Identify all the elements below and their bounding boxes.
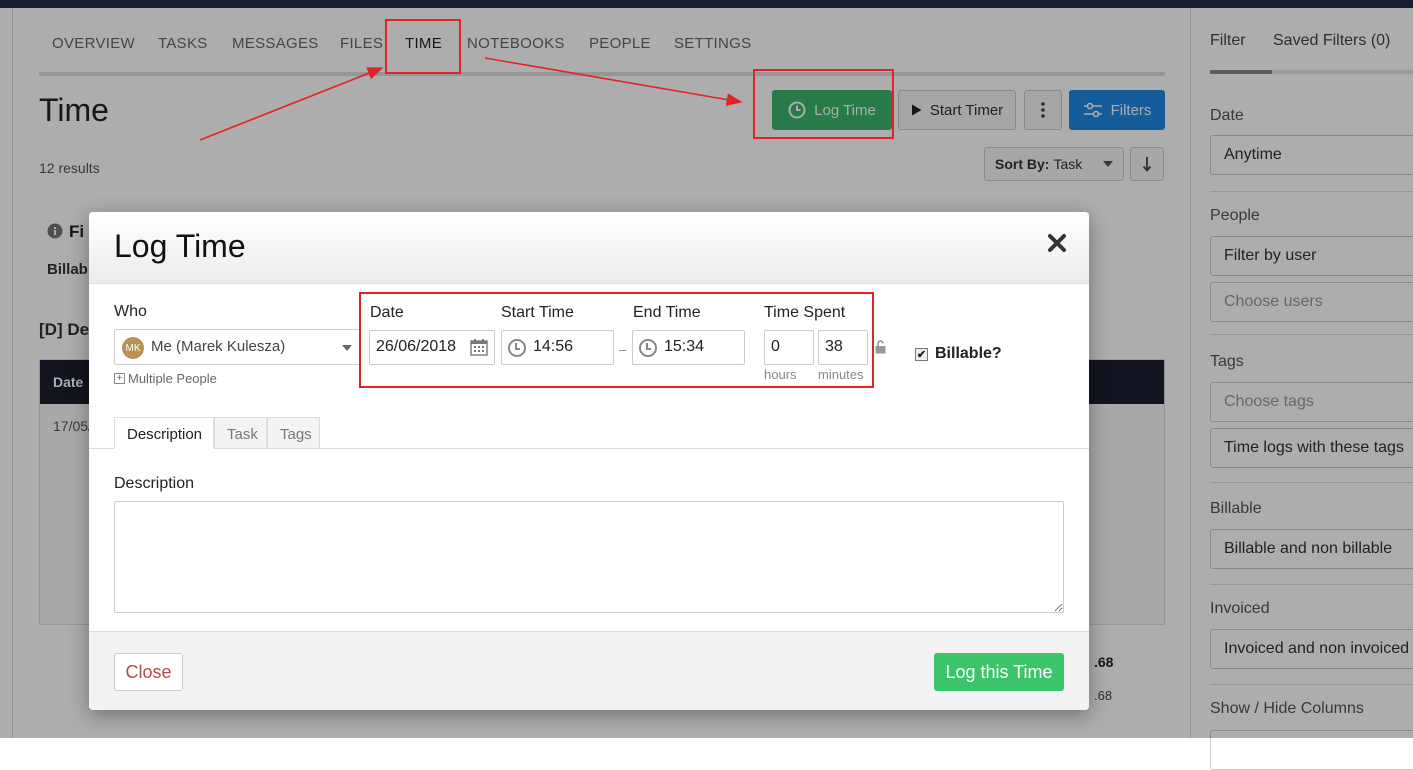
end-time-input[interactable]: 15:34 xyxy=(632,330,745,365)
modal-footer: Close Log this Time xyxy=(89,631,1089,710)
close-button[interactable]: Close xyxy=(114,653,183,691)
who-select[interactable]: MK Me (Marek Kulesza) xyxy=(114,329,361,365)
top-bar xyxy=(0,0,1413,8)
tab-task[interactable]: Task xyxy=(214,417,267,449)
log-time-modal: Log Time Who MK Me (Marek Kulesza) + Mul… xyxy=(89,212,1089,710)
end-time-label: End Time xyxy=(633,304,701,321)
tab-tags[interactable]: Tags xyxy=(267,417,320,449)
date-value: 26/06/2018 xyxy=(376,338,457,355)
multiple-people-link[interactable]: + Multiple People xyxy=(114,371,217,386)
who-value: Me (Marek Kulesza) xyxy=(151,338,286,355)
clock-icon xyxy=(639,339,657,357)
unlock-icon[interactable] xyxy=(875,340,886,354)
end-time-value: 15:34 xyxy=(664,338,705,355)
time-spent-label: Time Spent xyxy=(764,304,846,321)
plus-icon: + xyxy=(114,373,125,384)
date-input[interactable]: 26/06/2018 xyxy=(369,330,495,365)
minutes-label: minutes xyxy=(818,367,864,382)
calendar-icon[interactable] xyxy=(470,338,488,356)
description-textarea[interactable] xyxy=(114,501,1064,613)
start-time-input[interactable]: 14:56 xyxy=(501,330,614,365)
description-label: Description xyxy=(114,475,195,492)
close-icon[interactable] xyxy=(1047,228,1067,260)
minutes-input[interactable]: 38 xyxy=(818,330,868,365)
modal-header: Log Time xyxy=(89,212,1089,284)
avatar: MK xyxy=(122,337,144,359)
chevron-down-icon xyxy=(342,345,352,351)
hours-input[interactable]: 0 xyxy=(764,330,814,365)
who-label: Who xyxy=(114,303,147,320)
date-label: Date xyxy=(370,304,404,321)
checkmark-icon: ✔ xyxy=(915,347,928,361)
multiple-people-label: Multiple People xyxy=(128,371,217,386)
modal-title: Log Time xyxy=(114,228,246,264)
clock-icon xyxy=(508,339,526,357)
hours-label: hours xyxy=(764,367,797,382)
time-range-separator: – xyxy=(619,342,627,357)
log-this-time-button[interactable]: Log this Time xyxy=(934,653,1064,691)
start-time-value: 14:56 xyxy=(533,338,574,355)
tab-description[interactable]: Description xyxy=(114,417,214,449)
billable-checkbox[interactable]: ✔ Billable? xyxy=(915,345,1002,363)
billable-label: Billable? xyxy=(935,345,1002,362)
start-time-label: Start Time xyxy=(501,304,574,321)
